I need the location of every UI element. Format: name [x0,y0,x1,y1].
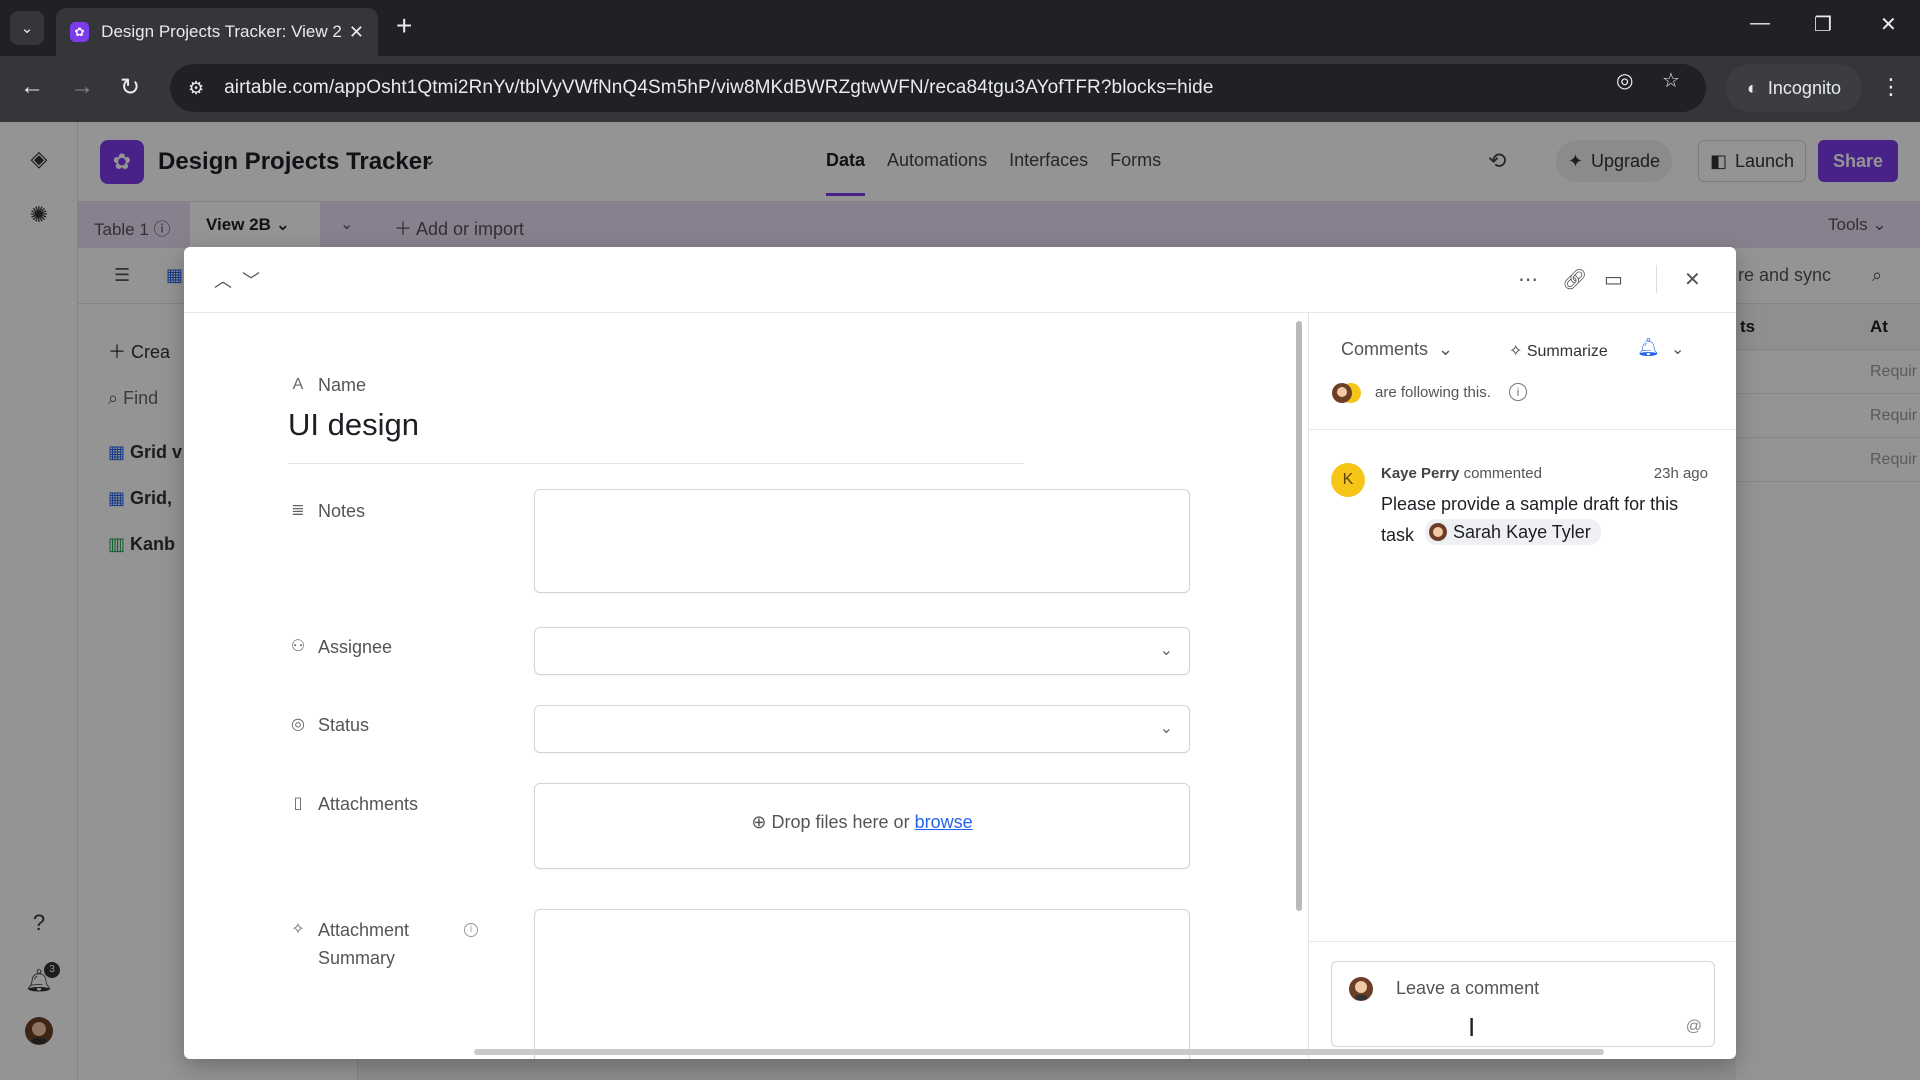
notes-input[interactable] [534,489,1190,593]
assignee-select[interactable]: ⌄ [534,627,1190,675]
upload-icon: ⊕ [751,812,767,832]
previous-record-icon[interactable]: ︿ [214,267,232,293]
horizontal-scrollbar[interactable] [474,1049,1604,1055]
bookmark-star-icon[interactable]: ☆ [1662,68,1680,93]
minimize-icon[interactable]: — [1750,12,1770,35]
comment-meta: Kaye Perry commented [1381,465,1542,482]
summarize-label: Summarize [1526,343,1608,360]
commenter-avatar[interactable]: K [1331,463,1365,497]
toggle-comments-icon[interactable]: ▭ [1604,267,1623,292]
address-bar[interactable]: ⚙ airtable.com/appOsht1Qtmi2RnYv/tblVyVW… [170,64,1706,112]
close-record-icon[interactable]: ✕ [1684,267,1701,292]
attachments-label: Attachments [318,794,419,814]
assignee-label: Assignee [318,637,393,657]
divider [288,463,1024,464]
more-options-icon[interactable]: ⋯ [1518,267,1538,292]
user-icon: ⚇ [290,638,306,655]
comment-body: Please provide a sample draft for this t… [1381,489,1711,550]
summarize-button[interactable]: ✧ Summarize [1509,341,1608,361]
tab-title: Design Projects Tracker: View 2B [101,22,341,41]
window-close-icon[interactable]: ✕ [1880,12,1897,37]
name-label: Name [318,375,367,395]
comments-panel: Comments ⌄ ✧ Summarize 🔔︎ ⌄ are followin… [1308,313,1736,1059]
mention-avatar [1429,523,1448,541]
attachment-summary-line1: Attachment [318,920,410,940]
name-field-label: A Name [288,371,366,399]
attachment-summary-line2: Summary [318,948,396,968]
follow-bell-icon[interactable]: 🔔︎ [1637,337,1660,358]
dropzone-text: ⊕ Drop files here or browse [535,812,1189,833]
attachment-summary-input[interactable] [534,909,1190,1059]
user-mention[interactable]: Sarah Kaye Tyler [1425,519,1601,545]
back-icon[interactable]: ← [20,73,44,101]
attachment-summary-label: Attachment Summary [318,916,409,972]
toolbar-divider [1656,265,1657,293]
copy-link-icon[interactable]: 🔗︎ [1562,267,1587,292]
comment-placeholder: Leave a comment [1396,978,1540,998]
following-text: are following this. [1375,384,1491,401]
divider [1309,941,1736,942]
tab-search-chevron-icon[interactable]: ⌄ [10,11,44,45]
dropzone-label: Drop files here or [771,812,910,832]
comments-header: Comments [1341,339,1429,359]
mention-name: Sarah Kaye Tyler [1453,522,1591,542]
status-icon: ◎ [291,716,305,733]
comment-author[interactable]: Kaye Perry [1381,465,1459,482]
eye-off-icon[interactable]: ◎ [1616,68,1633,93]
browser-tab[interactable]: ✿ Design Projects Tracker: View 2B ✕ [56,8,378,56]
tab-close-icon[interactable]: ✕ [349,22,364,43]
site-info-icon[interactable]: ⚙ [188,78,204,99]
browser-menu-icon[interactable]: ⋮ [1880,74,1902,100]
info-icon[interactable]: i [1509,383,1527,401]
attachments-dropzone[interactable]: ⊕ Drop files here or browse [534,783,1190,869]
incognito-label: Incognito [1767,77,1841,98]
current-user-avatar [1349,977,1373,1001]
url-text[interactable]: airtable.com/appOsht1Qtmi2RnYv/tblVyVWfN… [224,77,1213,99]
chevron-down-icon: ⌄ [1159,720,1173,737]
text-field-icon: A [292,376,304,393]
modal-toolbar: ︿ ﹀ ⋯ 🔗︎ ▭ ✕ [184,247,1736,313]
next-record-icon[interactable]: ﹀ [242,267,260,293]
attachment-file-icon: ▯ [293,795,303,812]
record-fields: A Name UI design ≣ Notes ⚇ Assignee ⌄ ◎ … [184,313,1308,1059]
browser-tabstrip: ⌄ ✿ Design Projects Tracker: View 2B ✕ +… [0,0,1920,56]
chevron-down-icon: ⌄ [1159,642,1173,659]
notes-label: Notes [318,501,366,521]
forward-icon[interactable]: → [70,73,94,101]
comment-input[interactable]: Leave a comment @ [1331,961,1715,1047]
airtable-favicon-icon: ✿ [70,22,90,42]
follow-options-chevron-icon[interactable]: ⌄ [1671,339,1684,359]
status-field-label: ◎ Status [288,711,369,739]
record-name-input[interactable]: UI design [288,407,419,443]
browser-toolbar: ← → ↻ ⚙ airtable.com/appOsht1Qtmi2RnYv/t… [0,56,1920,122]
status-label: Status [318,715,370,735]
text-cursor-icon: I [1468,1012,1476,1042]
attachment-summary-field-label: ✧ Attachment Summary [288,916,409,972]
attachments-field-label: ▯ Attachments [288,790,418,818]
ai-field-icon: ✧ [291,921,305,938]
browse-link[interactable]: browse [915,812,973,832]
vertical-scrollbar[interactable] [1296,321,1302,911]
mention-at-button[interactable]: @ [1686,1018,1702,1036]
reload-icon[interactable]: ↻ [120,73,140,102]
followers-avatars[interactable] [1331,381,1363,405]
comment-action: commented [1463,465,1542,482]
comments-filter-dropdown[interactable]: Comments ⌄ [1341,339,1453,360]
restore-icon[interactable]: ❐ [1814,12,1832,37]
long-text-icon: ≣ [291,502,305,519]
field-info-icon[interactable]: i [464,923,478,937]
comment-timestamp: 23h ago [1653,465,1708,482]
expanded-record-modal: ︿ ﹀ ⋯ 🔗︎ ▭ ✕ A Name UI design ≣ Notes ⚇ … [184,247,1736,1059]
divider [1309,429,1736,430]
incognito-icon: ◐ [1747,77,1758,98]
status-select[interactable]: ⌄ [534,705,1190,753]
incognito-button[interactable]: ◐ Incognito [1726,64,1862,112]
new-tab-button[interactable]: + [396,10,412,42]
assignee-field-label: ⚇ Assignee [288,633,392,661]
notes-field-label: ≣ Notes [288,497,365,525]
